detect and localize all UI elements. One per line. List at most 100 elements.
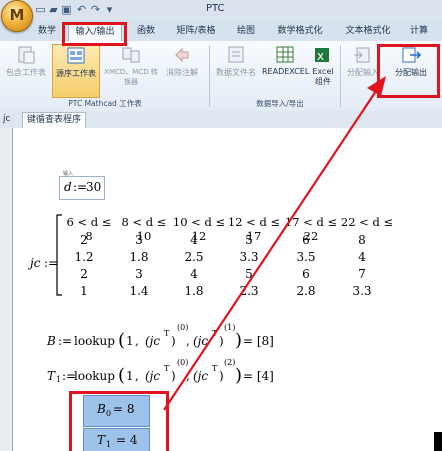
data-file-name-label: 数据文件名 — [216, 68, 256, 77]
matrix-cell: 4 — [358, 250, 366, 264]
matrix-cell: 1.8 — [129, 250, 149, 264]
lhs-subscript: 1 — [56, 375, 62, 384]
matrix-cell: 1.2 — [74, 250, 94, 264]
excel-component-label: Excel 组件 — [312, 67, 334, 86]
clear-comments-icon — [175, 47, 189, 63]
app-logo-button[interactable]: M — [1, 0, 33, 32]
close-inner-paren: ) — [219, 334, 224, 348]
transpose-sup: T — [164, 364, 170, 373]
redo-icon[interactable]: ↷ — [89, 3, 102, 16]
tab-math-formatting[interactable]: 数学格式化 — [272, 23, 328, 40]
tab-text-formatting[interactable]: 文本格式化 — [340, 23, 396, 40]
arg3-jc: (jc — [193, 369, 209, 383]
lhs-variable: T — [47, 369, 56, 383]
worksheet-on-label: 源序工作表 — [56, 69, 96, 78]
matrix-cell: 2 — [80, 233, 88, 247]
spreadsheet-icon — [276, 46, 294, 63]
d-assign-op: := — [73, 180, 88, 194]
matrix-cell: 4 — [190, 267, 198, 281]
assign-input-label: 分配输入 — [347, 68, 379, 77]
undo-icon[interactable]: ↶ — [75, 3, 88, 16]
xmcd-converter-button[interactable]: XMCD、MCD 转换器 — [104, 44, 158, 96]
group-label-worksheet: PTC Mathcad 工作表 — [68, 99, 142, 108]
worksheet-on-button[interactable]: 源序工作表 — [52, 44, 100, 98]
save-icon[interactable]: ▣ — [60, 3, 73, 16]
column-index: (0) — [177, 323, 189, 332]
doc-tab-short[interactable]: jc — [3, 112, 10, 127]
d-value: 30 — [86, 180, 102, 194]
assign-input-button[interactable]: 分配输入 — [345, 44, 381, 96]
arg1: 1 — [126, 369, 134, 383]
transpose-sup: T — [212, 364, 218, 373]
arg2-jc: (jc — [145, 334, 161, 348]
matrix-cell: 7 — [358, 267, 366, 281]
tab-functions[interactable]: 函数 — [132, 23, 160, 40]
function-name: lookup — [74, 369, 115, 383]
matrix-cell: 2 — [80, 267, 88, 281]
open-paren: ( — [118, 365, 126, 386]
matrix-cell: 5 — [245, 267, 253, 281]
open-paren: ( — [118, 330, 126, 351]
transpose-sup: T — [164, 329, 170, 338]
column-index: (0) — [177, 358, 189, 367]
converter-icon — [122, 47, 140, 63]
tab-plots[interactable]: 绘图 — [232, 23, 260, 40]
close-paren: ) — [235, 365, 243, 386]
matrix-cell: 6 — [302, 267, 310, 281]
svg-text:x: x — [317, 49, 324, 63]
include-worksheet-icon — [18, 46, 35, 64]
tab-math[interactable]: 数学 — [33, 23, 61, 40]
xmcd-converter-label: XMCD、MCD 转换器 — [104, 68, 158, 86]
scroll-corner — [434, 432, 442, 451]
arg3-jc: (jc — [193, 334, 209, 348]
open-folder-icon[interactable]: ▰ — [47, 3, 60, 16]
matrix-cell: 2.3 — [239, 284, 259, 298]
clear-comments-label: 消除注解 — [166, 68, 198, 77]
matrix-cell: 4 — [190, 233, 198, 247]
matrix-cell: 1.8 — [184, 284, 204, 298]
column-index: (1) — [224, 323, 236, 332]
column-index: (2) — [224, 358, 236, 367]
matrix-cell: 3.3 — [239, 250, 259, 264]
readexcel-button[interactable]: READEXCEL — [262, 44, 310, 96]
result-value: = [4] — [243, 369, 274, 383]
clear-comments-button[interactable]: 消除注解 — [160, 44, 204, 96]
lhs-variable: B — [47, 334, 56, 348]
matrix-cell: 1 — [80, 284, 88, 298]
ribbon-panel: 包含工作表 源序工作表 XMCD、MCD 转换器 消除注解 数据文件名 READ… — [0, 41, 442, 112]
group-separator — [340, 45, 341, 107]
readexcel-label: READEXCEL — [262, 67, 310, 76]
include-worksheet-label: 包含工作表 — [6, 68, 46, 77]
arg2-jc: (jc — [145, 369, 161, 383]
matrix-cell: 6 — [302, 233, 310, 247]
excel-component-button[interactable]: x Excel 组件 — [310, 44, 336, 96]
annotation-box-results — [69, 391, 169, 451]
function-name: lookup — [74, 334, 115, 348]
assign-op: := — [58, 334, 73, 348]
annotation-box-io-tab — [62, 22, 127, 46]
matrix-cell: 1.4 — [129, 284, 149, 298]
worksheet-on-icon — [67, 47, 85, 64]
close-inner-paren: ) — [171, 369, 176, 383]
doc-tab-main[interactable]: 键循查表程序 — [22, 112, 87, 128]
close-paren: ) — [235, 330, 243, 351]
data-file-name-button[interactable]: 数据文件名 — [212, 44, 260, 96]
assign-input-icon — [354, 47, 370, 63]
matrix-cell: 2.5 — [184, 250, 204, 264]
customize-dropdown-icon[interactable]: ▾ — [103, 3, 116, 16]
new-file-icon[interactable]: ▭ — [34, 3, 47, 16]
include-worksheet-button[interactable]: 包含工作表 — [2, 44, 50, 96]
group-separator — [209, 45, 210, 107]
data-file-icon — [228, 46, 244, 63]
annotation-box-assign-output — [377, 44, 440, 98]
close-inner-paren: ) — [219, 369, 224, 383]
tab-matrices-tables[interactable]: 矩阵/表格 — [170, 23, 222, 40]
document-tabs: jc 键循查表程序 — [0, 111, 442, 129]
title-bar: ▭ ▰ ▣ ↶ ↷ ▾ PTC — [0, 0, 442, 21]
close-inner-paren: ) — [171, 334, 176, 348]
excel-icon: x — [315, 48, 329, 63]
comma: , — [186, 334, 190, 348]
window-title: PTC — [206, 3, 225, 14]
matrix-cell: 3.5 — [296, 250, 316, 264]
tab-calculation[interactable]: 计算 — [404, 23, 434, 40]
